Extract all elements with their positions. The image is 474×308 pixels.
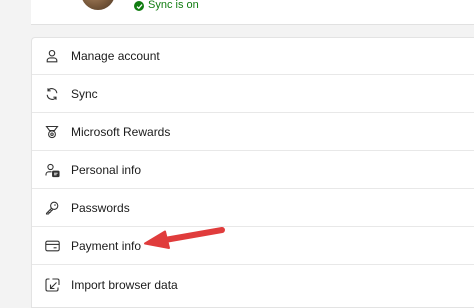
menu-item-label: Microsoft Rewards [71,125,171,139]
person-icon [44,48,60,64]
sync-icon [44,86,60,102]
menu-item-sync[interactable]: Sync [32,76,474,113]
menu-item-personal-info[interactable]: Personal info [32,152,474,189]
annotation-arrow [144,227,225,249]
rewards-icon [44,124,60,140]
menu-item-label: Passwords [71,201,130,215]
menu-item-label: Sync [71,87,98,101]
menu-item-microsoft-rewards[interactable]: Microsoft Rewards [32,114,474,151]
menu-item-passwords[interactable]: Passwords [32,190,474,227]
menu-item-label: Payment info [71,239,142,253]
import-icon [44,277,60,293]
menu-item-manage-account[interactable]: Manage account [32,38,474,75]
check-icon [134,1,144,11]
profile-settings-menu: Manage account Sync Microsoft Rewards Pe… [31,37,474,308]
personal-info-icon [44,162,60,178]
menu-item-import-browser-data[interactable]: Import browser data [32,266,474,303]
credit-card-icon [44,238,60,254]
menu-item-payment-info[interactable]: Payment info [32,228,474,265]
sync-status: Sync is on [148,0,199,11]
menu-item-label: Manage account [71,49,160,63]
avatar[interactable] [81,0,115,10]
menu-item-label: Personal info [71,163,142,177]
menu-item-label: Import browser data [71,277,178,292]
profile-card: Sync is on [31,0,474,25]
key-icon [44,200,60,216]
